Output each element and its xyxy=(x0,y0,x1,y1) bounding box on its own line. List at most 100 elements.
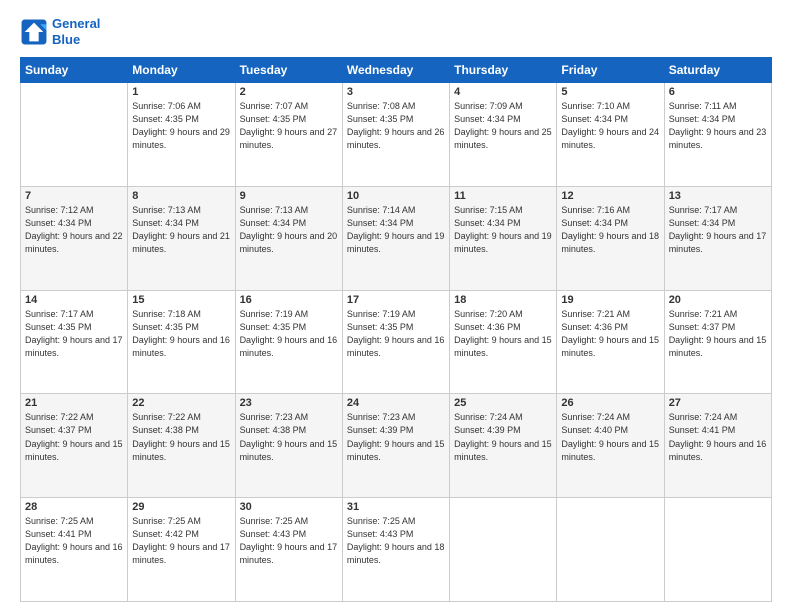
day-info: Sunrise: 7:19 AMSunset: 4:35 PMDaylight:… xyxy=(347,308,445,360)
day-number: 6 xyxy=(669,86,767,98)
calendar-cell: 10 Sunrise: 7:14 AMSunset: 4:34 PMDayligh… xyxy=(342,186,449,290)
page: General Blue SundayMondayTuesdayWednesda… xyxy=(0,0,792,612)
day-number: 18 xyxy=(454,294,552,306)
day-info: Sunrise: 7:25 AMSunset: 4:43 PMDaylight:… xyxy=(347,515,445,567)
day-number: 8 xyxy=(132,190,230,202)
calendar-cell: 18 Sunrise: 7:20 AMSunset: 4:36 PMDayligh… xyxy=(450,290,557,394)
calendar-cell: 6 Sunrise: 7:11 AMSunset: 4:34 PMDaylight… xyxy=(664,83,771,187)
day-info: Sunrise: 7:10 AMSunset: 4:34 PMDaylight:… xyxy=(561,100,659,152)
week-row-4: 21 Sunrise: 7:22 AMSunset: 4:37 PMDayligh… xyxy=(21,394,772,498)
calendar-cell: 16 Sunrise: 7:19 AMSunset: 4:35 PMDayligh… xyxy=(235,290,342,394)
calendar-cell: 13 Sunrise: 7:17 AMSunset: 4:34 PMDayligh… xyxy=(664,186,771,290)
day-number: 11 xyxy=(454,190,552,202)
weekday-header-row: SundayMondayTuesdayWednesdayThursdayFrid… xyxy=(21,58,772,83)
day-number: 20 xyxy=(669,294,767,306)
day-info: Sunrise: 7:19 AMSunset: 4:35 PMDaylight:… xyxy=(240,308,338,360)
calendar-cell: 7Sunrise: 7:12 AMSunset: 4:34 PMDaylight… xyxy=(21,186,128,290)
weekday-header-saturday: Saturday xyxy=(664,58,771,83)
day-number: 27 xyxy=(669,397,767,409)
day-info: Sunrise: 7:24 AMSunset: 4:40 PMDaylight:… xyxy=(561,411,659,463)
calendar-cell: 22 Sunrise: 7:22 AMSunset: 4:38 PMDayligh… xyxy=(128,394,235,498)
day-number: 1 xyxy=(132,86,230,98)
weekday-header-monday: Monday xyxy=(128,58,235,83)
weekday-header-friday: Friday xyxy=(557,58,664,83)
day-info: Sunrise: 7:25 AMSunset: 4:42 PMDaylight:… xyxy=(132,515,230,567)
logo-text: General Blue xyxy=(52,16,100,47)
day-number: 24 xyxy=(347,397,445,409)
day-info: Sunrise: 7:09 AMSunset: 4:34 PMDaylight:… xyxy=(454,100,552,152)
day-number: 19 xyxy=(561,294,659,306)
day-info: Sunrise: 7:13 AMSunset: 4:34 PMDaylight:… xyxy=(132,204,230,256)
day-number: 10 xyxy=(347,190,445,202)
day-number: 22 xyxy=(132,397,230,409)
day-info: Sunrise: 7:24 AMSunset: 4:39 PMDaylight:… xyxy=(454,411,552,463)
calendar-cell: 9Sunrise: 7:13 AMSunset: 4:34 PMDaylight… xyxy=(235,186,342,290)
day-info: Sunrise: 7:11 AMSunset: 4:34 PMDaylight:… xyxy=(669,100,767,152)
day-info: Sunrise: 7:22 AMSunset: 4:38 PMDaylight:… xyxy=(132,411,230,463)
calendar-cell xyxy=(450,498,557,602)
calendar-cell: 1 Sunrise: 7:06 AMSunset: 4:35 PMDaylight… xyxy=(128,83,235,187)
day-number: 21 xyxy=(25,397,123,409)
day-number: 25 xyxy=(454,397,552,409)
day-number: 23 xyxy=(240,397,338,409)
calendar-cell xyxy=(21,83,128,187)
calendar-cell: 14 Sunrise: 7:17 AMSunset: 4:35 PMDayligh… xyxy=(21,290,128,394)
weekday-header-wednesday: Wednesday xyxy=(342,58,449,83)
day-info: Sunrise: 7:21 AMSunset: 4:36 PMDaylight:… xyxy=(561,308,659,360)
calendar-cell: 23 Sunrise: 7:23 AMSunset: 4:38 PMDayligh… xyxy=(235,394,342,498)
calendar-cell: 20 Sunrise: 7:21 AMSunset: 4:37 PMDayligh… xyxy=(664,290,771,394)
calendar-cell: 25 Sunrise: 7:24 AMSunset: 4:39 PMDayligh… xyxy=(450,394,557,498)
calendar-cell: 29 Sunrise: 7:25 AMSunset: 4:42 PMDayligh… xyxy=(128,498,235,602)
day-info: Sunrise: 7:23 AMSunset: 4:39 PMDaylight:… xyxy=(347,411,445,463)
header: General Blue xyxy=(20,16,772,47)
week-row-2: 7Sunrise: 7:12 AMSunset: 4:34 PMDaylight… xyxy=(21,186,772,290)
calendar-cell: 3 Sunrise: 7:08 AMSunset: 4:35 PMDaylight… xyxy=(342,83,449,187)
day-info: Sunrise: 7:07 AMSunset: 4:35 PMDaylight:… xyxy=(240,100,338,152)
day-number: 30 xyxy=(240,501,338,513)
day-info: Sunrise: 7:17 AMSunset: 4:35 PMDaylight:… xyxy=(25,308,123,360)
day-info: Sunrise: 7:21 AMSunset: 4:37 PMDaylight:… xyxy=(669,308,767,360)
day-number: 16 xyxy=(240,294,338,306)
day-number: 26 xyxy=(561,397,659,409)
calendar: SundayMondayTuesdayWednesdayThursdayFrid… xyxy=(20,57,772,602)
day-info: Sunrise: 7:22 AMSunset: 4:37 PMDaylight:… xyxy=(25,411,123,463)
day-info: Sunrise: 7:12 AMSunset: 4:34 PMDaylight:… xyxy=(25,204,123,256)
calendar-cell: 12 Sunrise: 7:16 AMSunset: 4:34 PMDayligh… xyxy=(557,186,664,290)
day-info: Sunrise: 7:20 AMSunset: 4:36 PMDaylight:… xyxy=(454,308,552,360)
day-number: 13 xyxy=(669,190,767,202)
day-info: Sunrise: 7:17 AMSunset: 4:34 PMDaylight:… xyxy=(669,204,767,256)
day-number: 15 xyxy=(132,294,230,306)
weekday-header-thursday: Thursday xyxy=(450,58,557,83)
day-info: Sunrise: 7:23 AMSunset: 4:38 PMDaylight:… xyxy=(240,411,338,463)
week-row-1: 1 Sunrise: 7:06 AMSunset: 4:35 PMDaylight… xyxy=(21,83,772,187)
day-info: Sunrise: 7:08 AMSunset: 4:35 PMDaylight:… xyxy=(347,100,445,152)
calendar-cell: 27 Sunrise: 7:24 AMSunset: 4:41 PMDayligh… xyxy=(664,394,771,498)
day-info: Sunrise: 7:16 AMSunset: 4:34 PMDaylight:… xyxy=(561,204,659,256)
day-info: Sunrise: 7:14 AMSunset: 4:34 PMDaylight:… xyxy=(347,204,445,256)
calendar-cell: 11Sunrise: 7:15 AMSunset: 4:34 PMDayligh… xyxy=(450,186,557,290)
day-number: 14 xyxy=(25,294,123,306)
day-number: 3 xyxy=(347,86,445,98)
logo: General Blue xyxy=(20,16,100,47)
day-info: Sunrise: 7:13 AMSunset: 4:34 PMDaylight:… xyxy=(240,204,338,256)
day-number: 12 xyxy=(561,190,659,202)
day-number: 2 xyxy=(240,86,338,98)
day-info: Sunrise: 7:24 AMSunset: 4:41 PMDaylight:… xyxy=(669,411,767,463)
week-row-3: 14 Sunrise: 7:17 AMSunset: 4:35 PMDayligh… xyxy=(21,290,772,394)
calendar-cell xyxy=(664,498,771,602)
calendar-cell: 28Sunrise: 7:25 AMSunset: 4:41 PMDayligh… xyxy=(21,498,128,602)
calendar-cell: 15Sunrise: 7:18 AMSunset: 4:35 PMDayligh… xyxy=(128,290,235,394)
day-number: 29 xyxy=(132,501,230,513)
day-number: 28 xyxy=(25,501,123,513)
day-number: 17 xyxy=(347,294,445,306)
day-number: 5 xyxy=(561,86,659,98)
calendar-cell: 4Sunrise: 7:09 AMSunset: 4:34 PMDaylight… xyxy=(450,83,557,187)
calendar-cell: 2 Sunrise: 7:07 AMSunset: 4:35 PMDaylight… xyxy=(235,83,342,187)
calendar-cell xyxy=(557,498,664,602)
weekday-header-tuesday: Tuesday xyxy=(235,58,342,83)
day-info: Sunrise: 7:06 AMSunset: 4:35 PMDaylight:… xyxy=(132,100,230,152)
calendar-cell: 31Sunrise: 7:25 AMSunset: 4:43 PMDayligh… xyxy=(342,498,449,602)
day-info: Sunrise: 7:25 AMSunset: 4:43 PMDaylight:… xyxy=(240,515,338,567)
calendar-cell: 30 Sunrise: 7:25 AMSunset: 4:43 PMDayligh… xyxy=(235,498,342,602)
logo-icon xyxy=(20,18,48,46)
